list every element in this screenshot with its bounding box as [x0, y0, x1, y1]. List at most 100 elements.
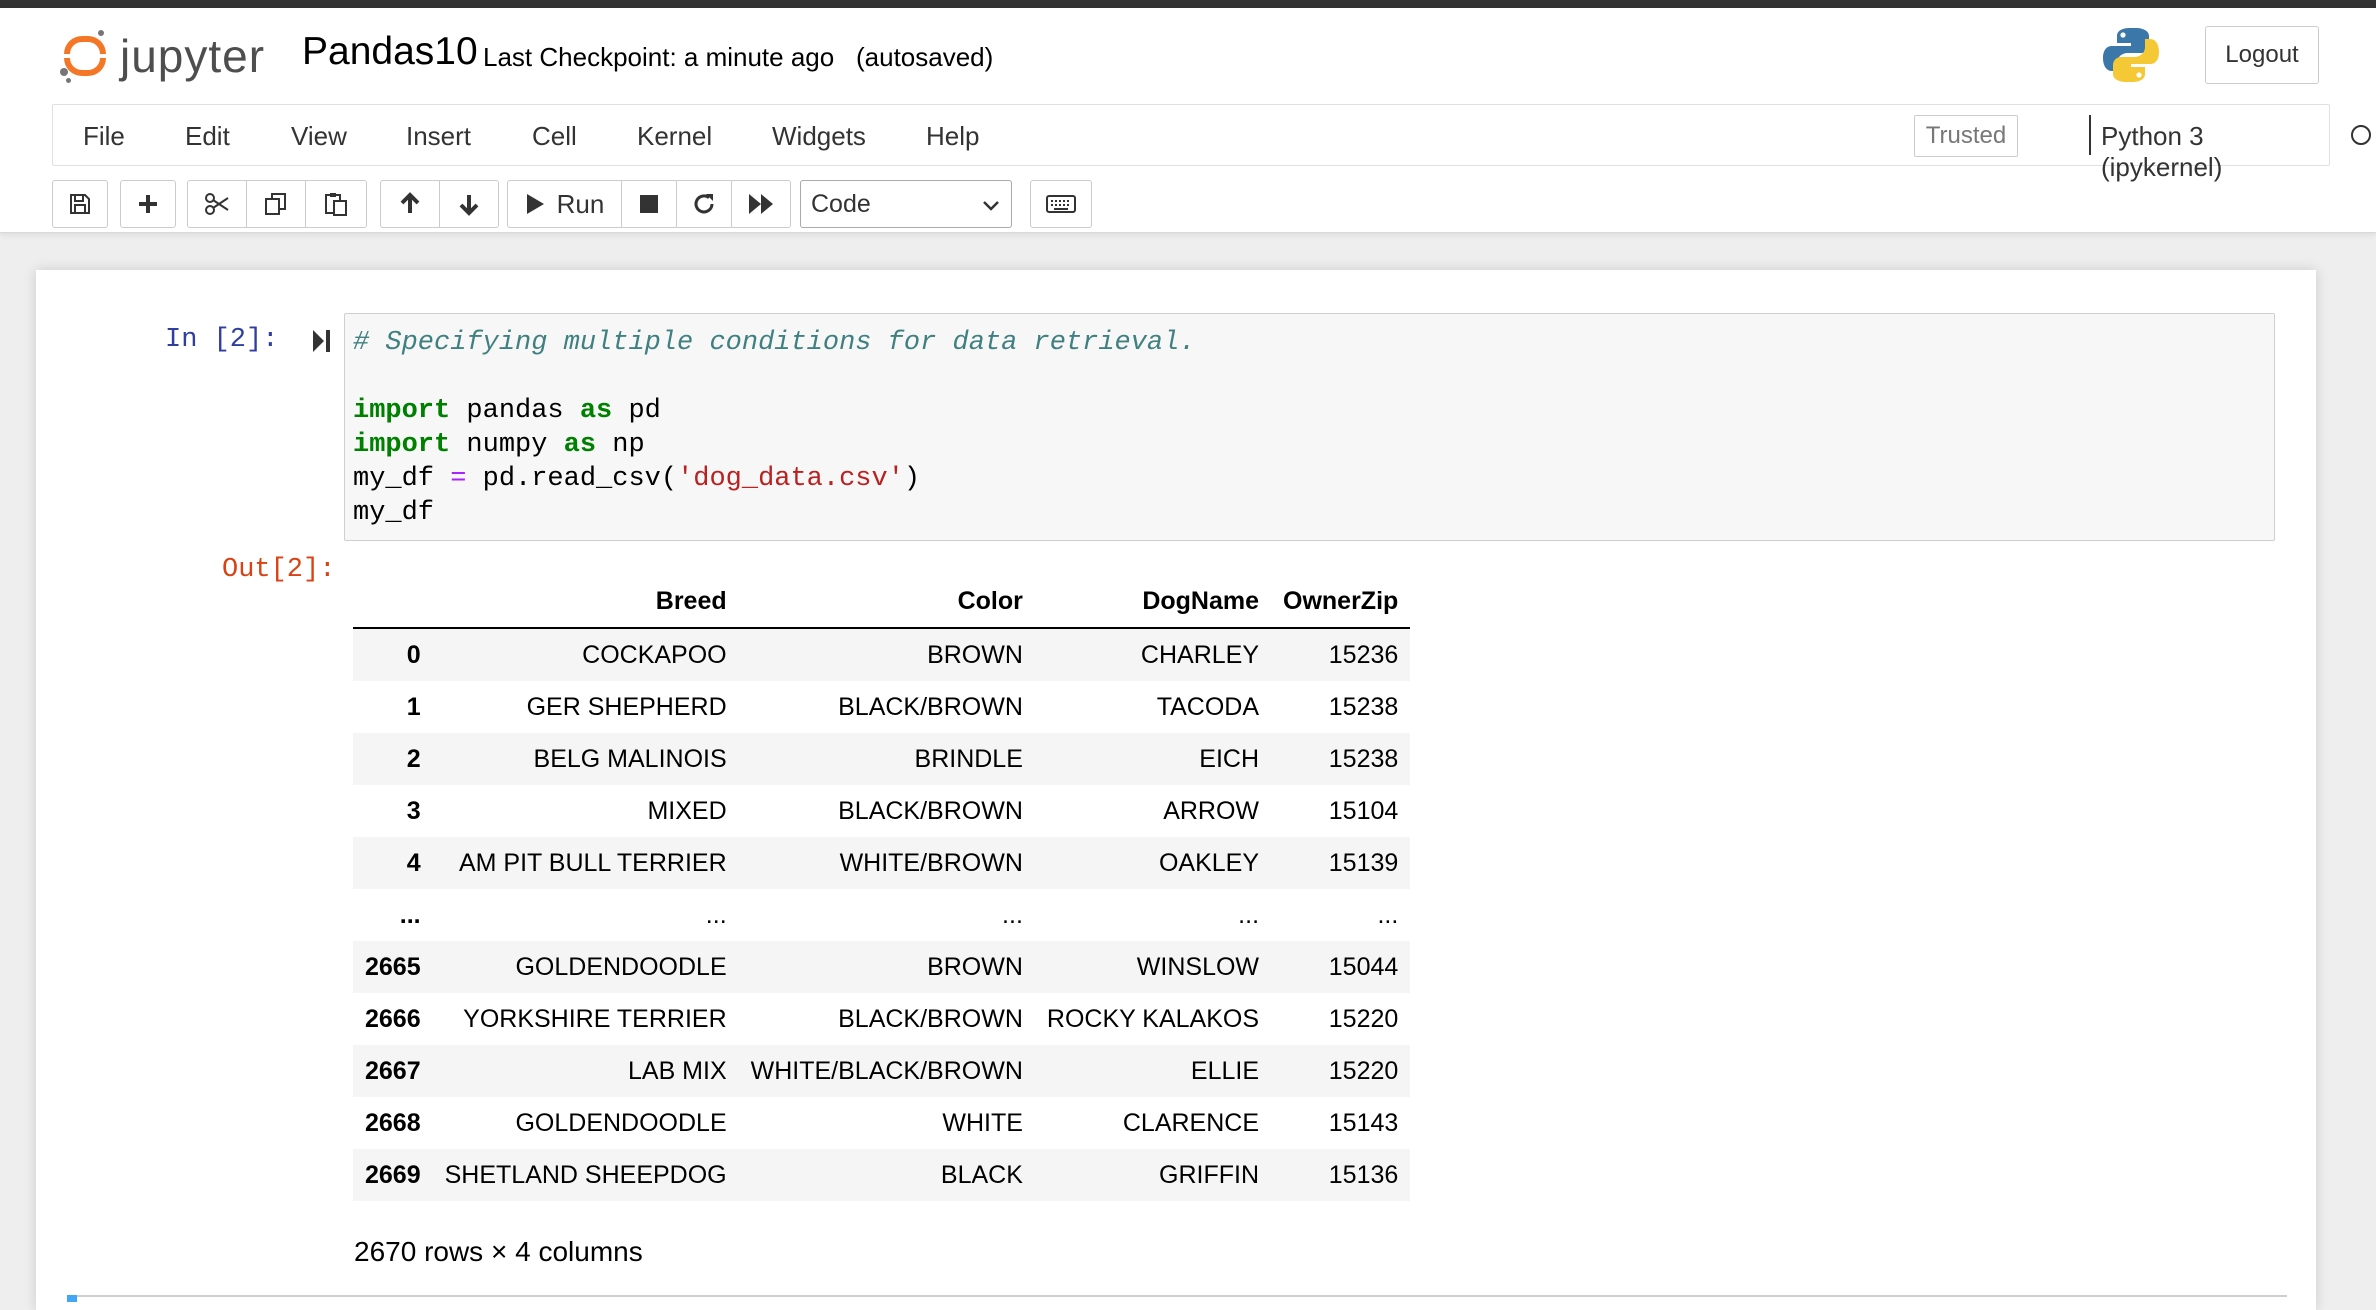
code-keyword: import	[353, 396, 451, 426]
insert-cell-button[interactable]	[120, 180, 176, 228]
run-cell-icon[interactable]	[311, 328, 331, 354]
kernel-name[interactable]: Python 3 (ipykernel)	[2101, 121, 2329, 183]
plus-icon	[139, 195, 157, 213]
table-cell: ...	[1377, 900, 1399, 929]
table-cell: EICH	[1199, 744, 1260, 773]
python-logo-icon	[2103, 28, 2159, 82]
table-cell: 15238	[1328, 692, 1399, 721]
table-cell: GRIFFIN	[1159, 1160, 1260, 1189]
autosave-status: (autosaved)	[856, 42, 994, 72]
row-index: 2665	[365, 952, 421, 981]
code-text: my_df	[353, 498, 435, 528]
table-cell: GER SHEPHERD	[526, 692, 727, 721]
table-header-row: Breed Color DogName OwnerZip	[353, 575, 1411, 629]
code-text: pandas	[450, 396, 580, 426]
menu-file[interactable]: File	[83, 121, 125, 152]
copy-icon	[265, 193, 286, 215]
table-cell: 15220	[1328, 1004, 1399, 1033]
table-cell: BLACK/BROWN	[838, 796, 1023, 825]
index-header	[353, 575, 433, 629]
code-keyword: as	[563, 430, 597, 460]
code-text: numpy	[450, 430, 564, 460]
notebook-name[interactable]: Pandas10	[302, 30, 478, 74]
cut-button[interactable]	[187, 180, 247, 228]
table-row: 2 BELG MALINOIS BRINDLE EICH 15238	[353, 733, 1411, 785]
menu-insert[interactable]: Insert	[406, 121, 471, 152]
trusted-indicator[interactable]: Trusted	[1914, 115, 2018, 157]
top-border	[0, 0, 2376, 8]
restart-run-all-button[interactable]	[731, 180, 791, 228]
table-cell: ...	[705, 900, 727, 929]
kernel-separator	[2089, 115, 2091, 155]
table-cell: 15136	[1328, 1160, 1399, 1189]
dataframe-table: Breed Color DogName OwnerZip 0 COCKAPOO BR…	[353, 575, 1411, 1201]
menu-kernel[interactable]: Kernel	[637, 121, 712, 152]
table-row: 2667 LAB MIX WHITE/BLACK/BROWN ELLIE 15220	[353, 1045, 1411, 1097]
logout-button[interactable]: Logout	[2205, 26, 2319, 84]
code-editor[interactable]: # Specifying multiple conditions for dat…	[353, 326, 1196, 530]
table-cell: AM PIT BULL TERRIER	[458, 848, 727, 877]
move-down-button[interactable]	[439, 180, 499, 228]
fast-forward-icon	[749, 194, 773, 214]
menu-widgets[interactable]: Widgets	[772, 121, 866, 152]
menu-view[interactable]: View	[291, 121, 347, 152]
column-header: Breed	[432, 575, 739, 629]
save-button[interactable]	[52, 180, 108, 228]
restart-kernel-button[interactable]	[676, 180, 732, 228]
table-row: 4 AM PIT BULL TERRIER WHITE/BROWN OAKLEY 151…	[353, 837, 1411, 889]
jupyter-logo[interactable]: jupyter	[60, 28, 265, 84]
kernel-idle-circle-icon	[2351, 125, 2371, 145]
row-index: 2666	[365, 1004, 421, 1033]
move-up-button[interactable]	[380, 180, 440, 228]
code-comment: # Specifying multiple conditions for dat…	[353, 328, 1196, 358]
row-index: 3	[406, 796, 421, 825]
cell-type-select[interactable]: Code	[800, 180, 1012, 228]
table-cell: 15143	[1328, 1108, 1399, 1137]
table-cell: BROWN	[927, 952, 1023, 981]
run-button[interactable]: Run	[507, 180, 622, 228]
stop-icon	[640, 195, 658, 213]
jupyter-logo-text: jupyter	[120, 30, 266, 82]
output-prompt: Out[2]:	[222, 555, 336, 585]
table-cell: 15139	[1328, 848, 1399, 877]
code-keyword: import	[353, 430, 451, 460]
dataframe-shape: 2670 rows × 4 columns	[354, 1236, 643, 1267]
table-row: 2666 YORKSHIRE TERRIER BLACK/BROWN ROCKY KA…	[353, 993, 1410, 1045]
table-cell: ...	[1238, 900, 1260, 929]
command-palette-button[interactable]	[1030, 180, 1092, 228]
table-cell: COCKAPOO	[582, 640, 727, 669]
table-cell: ARROW	[1163, 796, 1260, 825]
table-row: 0 COCKAPOO BROWN CHARLEY 15236	[353, 628, 1411, 681]
paste-button[interactable]	[305, 180, 367, 228]
input-prompt: In [2]:	[165, 325, 279, 355]
code-string: 'dog_data.csv'	[677, 464, 904, 494]
table-cell: TACODA	[1156, 692, 1260, 721]
table-cell: WINSLOW	[1136, 952, 1260, 981]
menu-cell[interactable]: Cell	[532, 121, 577, 152]
table-cell: WHITE/BROWN	[839, 848, 1023, 877]
table-row: 2668 GOLDENDOODLE WHITE CLARENCE 15143	[353, 1097, 1410, 1149]
table-cell: BELG MALINOIS	[533, 744, 727, 773]
play-icon	[526, 194, 544, 214]
table-cell: 15104	[1328, 796, 1399, 825]
table-cell: ...	[1002, 900, 1023, 929]
restart-icon	[694, 194, 714, 214]
table-cell: SHETLAND SHEEPDOG	[444, 1160, 727, 1189]
jupyter-logo-icon	[60, 28, 110, 84]
checkpoint-status: Last Checkpoint: a minute ago	[483, 42, 835, 72]
chevron-down-icon	[983, 201, 999, 211]
row-index: ...	[399, 900, 421, 929]
code-cell-input[interactable]: # Specifying multiple conditions for dat…	[344, 313, 2275, 541]
table-cell: BLACK/BROWN	[838, 1004, 1023, 1033]
arrow-up-icon	[400, 192, 420, 213]
table-cell: LAB MIX	[627, 1056, 727, 1085]
menu-help[interactable]: Help	[926, 121, 979, 152]
copy-button[interactable]	[246, 180, 306, 228]
menubar: File Edit View Insert Cell Kernel Widget…	[52, 104, 2371, 182]
table-row: 1 GER SHEPHERD BLACK/BROWN TACODA 15238	[353, 681, 1410, 733]
interrupt-kernel-button[interactable]	[621, 180, 677, 228]
code-text: )	[903, 464, 921, 494]
table-cell: 15220	[1328, 1056, 1399, 1085]
row-index: 2668	[365, 1108, 421, 1137]
menu-edit[interactable]: Edit	[185, 121, 230, 152]
